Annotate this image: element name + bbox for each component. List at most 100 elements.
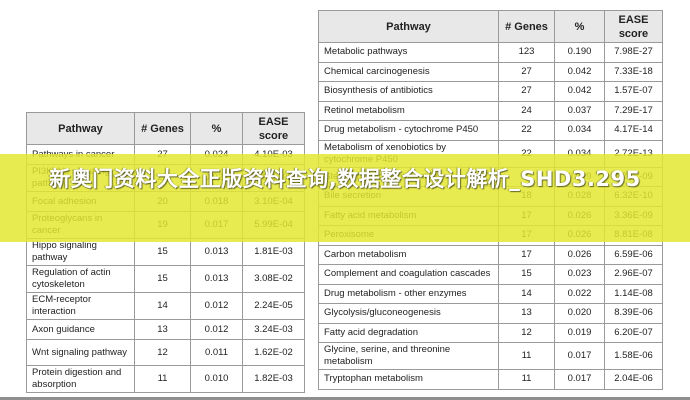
genes-cell: 15 (498, 264, 555, 285)
pathway-cell: Glycine, serine, and threonine metabolis… (318, 342, 499, 370)
watermark-text: 新奥门资料大全正版资料查询,数据整合设计解析_SHD3.295 (49, 167, 641, 191)
ease-score-cell: 2.04E-06 (604, 369, 663, 390)
table-row: Drug metabolism - cytochrome P450 22 0.034… (318, 120, 663, 141)
ease-score-cell: 1.57E-07 (604, 81, 663, 102)
pathway-cell: Fatty acid degradation (318, 322, 499, 343)
pathway-cell: Carbon metabolism (318, 244, 499, 265)
ease-score-cell: 1.58E-06 (604, 342, 663, 370)
genes-cell: 11 (134, 365, 191, 393)
pathway-cell: Metabolic pathways (318, 42, 499, 63)
percent-cell: 0.011 (190, 339, 243, 366)
ease-score-cell: 3.08E-02 (242, 265, 305, 293)
header-genes: # Genes (498, 10, 555, 43)
pathway-cell: Retinol metabolism (318, 100, 499, 121)
pathway-cell: Hippo signaling pathway (26, 238, 135, 266)
table-row: Tryptophan metabolism 11 0.017 2.04E-06 (318, 369, 663, 390)
percent-cell: 0.042 (554, 61, 605, 82)
genes-cell: 15 (134, 265, 191, 293)
genes-cell: 14 (134, 292, 191, 320)
genes-cell: 123 (498, 42, 555, 63)
ease-score-cell: 1.81E-03 (242, 238, 305, 266)
genes-cell: 22 (498, 120, 555, 141)
header-ease-score: EASE score (242, 112, 305, 145)
ease-score-cell: 6.20E-07 (604, 322, 663, 343)
table-row: ECM-receptor interaction 14 0.012 2.24E-05 (26, 292, 305, 320)
header-percent: % (554, 10, 605, 43)
percent-cell: 0.019 (554, 322, 605, 343)
percent-cell: 0.190 (554, 42, 605, 63)
ease-score-cell: 8.39E-06 (604, 303, 663, 324)
pathway-cell: ECM-receptor interaction (26, 292, 135, 320)
table-row: Glycine, serine, and threonine metabolis… (318, 342, 663, 370)
header-percent: % (190, 112, 243, 145)
ease-score-cell: 7.98E-27 (604, 42, 663, 63)
ease-score-cell: 4.17E-14 (604, 120, 663, 141)
table-row: Axon guidance 13 0.012 3.24E-03 (26, 319, 305, 340)
pathway-cell: Drug metabolism - other enzymes (318, 283, 499, 304)
genes-cell: 13 (134, 319, 191, 340)
percent-cell: 0.023 (554, 264, 605, 285)
header-pathway: Pathway (26, 112, 135, 145)
genes-cell: 15 (134, 238, 191, 266)
pathway-cell: Tryptophan metabolism (318, 369, 499, 390)
table-row: Carbon metabolism 17 0.026 6.59E-06 (318, 244, 663, 265)
table-row: Metabolic pathways 123 0.190 7.98E-27 (318, 42, 663, 63)
percent-cell: 0.026 (554, 244, 605, 265)
genes-cell: 17 (498, 244, 555, 265)
percent-cell: 0.017 (554, 369, 605, 390)
pathway-cell: Protein digestion and absorption (26, 365, 135, 393)
ease-score-cell: 1.82E-03 (242, 365, 305, 393)
table-row: Complement and coagulation cascades 15 0.0… (318, 264, 663, 285)
table-row: Fatty acid degradation 12 0.019 6.20E-07 (318, 322, 663, 343)
ease-score-cell: 7.29E-17 (604, 100, 663, 121)
pathway-cell: Axon guidance (26, 319, 135, 340)
percent-cell: 0.010 (190, 365, 243, 393)
pathway-cell: Drug metabolism - cytochrome P450 (318, 120, 499, 141)
table-row: Hippo signaling pathway 15 0.013 1.81E-03 (26, 238, 305, 266)
table-row: Biosynthesis of antibiotics 27 0.042 1.57E-… (318, 81, 663, 102)
header-ease-score: EASE score (604, 10, 663, 43)
ease-score-cell: 3.24E-03 (242, 319, 305, 340)
genes-cell: 27 (498, 81, 555, 102)
genes-cell: 14 (498, 283, 555, 304)
ease-score-cell: 1.62E-02 (242, 339, 305, 366)
percent-cell: 0.037 (554, 100, 605, 121)
percent-cell: 0.042 (554, 81, 605, 102)
table-row: Drug metabolism - other enzymes 14 0.022 1.… (318, 283, 663, 304)
percent-cell: 0.012 (190, 319, 243, 340)
pathway-cell: Wnt signaling pathway (26, 339, 135, 366)
percent-cell: 0.034 (554, 120, 605, 141)
header-genes: # Genes (134, 112, 191, 145)
genes-cell: 11 (498, 342, 555, 370)
pathway-cell: Chemical carcinogenesis (318, 61, 499, 82)
genes-cell: 11 (498, 369, 555, 390)
table-row: Chemical carcinogenesis 27 0.042 7.33E-18 (318, 61, 663, 82)
table-row: Wnt signaling pathway 12 0.011 1.62E-02 (26, 339, 305, 366)
table-row: Glycolysis/gluconeogenesis 13 0.020 8.39E-0… (318, 303, 663, 324)
document-page: Pathway # Genes % EASEscore Pathways in … (0, 0, 690, 400)
ease-score-cell: 2.96E-07 (604, 264, 663, 285)
genes-cell: 13 (498, 303, 555, 324)
genes-cell: 12 (134, 339, 191, 366)
ease-score-cell: 6.59E-06 (604, 244, 663, 265)
percent-cell: 0.013 (190, 238, 243, 266)
pathway-cell: Complement and coagulation cascades (318, 264, 499, 285)
pathway-cell: Biosynthesis of antibiotics (318, 81, 499, 102)
genes-cell: 27 (498, 61, 555, 82)
pathway-cell: Glycolysis/gluconeogenesis (318, 303, 499, 324)
ease-score-cell: 2.24E-05 (242, 292, 305, 320)
pathway-cell: Regulation of actin cytoskeleton (26, 265, 135, 293)
table-row: Regulation of actin cytoskeleton 15 0.013 3… (26, 265, 305, 293)
percent-cell: 0.012 (190, 292, 243, 320)
percent-cell: 0.017 (554, 342, 605, 370)
table-row: Protein digestion and absorption 11 0.010 1… (26, 365, 305, 393)
header-pathway: Pathway (318, 10, 499, 43)
ease-score-cell: 1.14E-08 (604, 283, 663, 304)
ease-score-cell: 7.33E-18 (604, 61, 663, 82)
percent-cell: 0.013 (190, 265, 243, 293)
percent-cell: 0.022 (554, 283, 605, 304)
genes-cell: 24 (498, 100, 555, 121)
table-row: Retinol metabolism 24 0.037 7.29E-17 (318, 100, 663, 121)
percent-cell: 0.020 (554, 303, 605, 324)
genes-cell: 12 (498, 322, 555, 343)
